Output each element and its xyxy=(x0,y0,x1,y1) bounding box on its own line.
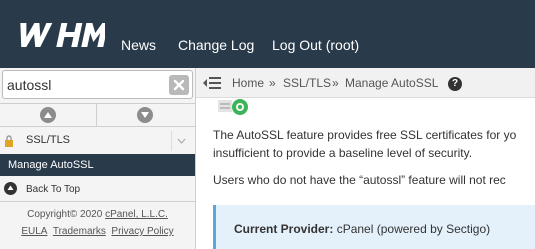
menu-collapse-icon[interactable] xyxy=(202,75,222,91)
breadcrumb-home[interactable]: Home xyxy=(232,76,264,90)
scroll-down-button[interactable] xyxy=(97,104,194,126)
nav-change-log[interactable]: Change Log xyxy=(178,37,254,53)
copyright-text: Copyright© 2020 xyxy=(27,209,103,220)
breadcrumb-separator: » xyxy=(269,76,276,90)
description-line-2: insufficient to provide a baseline level… xyxy=(213,146,473,160)
privacy-policy-link[interactable]: Privacy Policy xyxy=(111,226,173,237)
autossl-icon xyxy=(218,99,248,115)
scroll-up-button[interactable] xyxy=(0,104,97,126)
sidebar-item-label: Manage AutoSSL xyxy=(8,159,94,171)
footer-links: EULA Trademarks Privacy Policy xyxy=(0,226,195,237)
back-to-top-button[interactable]: Back To Top xyxy=(0,176,195,202)
clear-search-button[interactable] xyxy=(169,75,189,95)
lock-icon xyxy=(5,135,13,147)
arrow-up-icon xyxy=(4,182,17,195)
breadcrumb: Home » SSL/TLS » Manage AutoSSL ? xyxy=(196,68,535,98)
close-icon xyxy=(173,79,185,91)
trademarks-link[interactable]: Trademarks xyxy=(53,226,106,237)
sidebar-group-ssl-tls[interactable]: SSL/TLS xyxy=(0,128,195,154)
help-icon[interactable]: ? xyxy=(448,77,462,91)
provider-label: Current Provider: xyxy=(234,222,334,236)
sidebar-scroll-controls xyxy=(0,103,195,127)
sidebar-item-manage-autossl[interactable]: Manage AutoSSL xyxy=(0,154,195,176)
breadcrumb-separator: » xyxy=(332,76,339,90)
breadcrumb-ssl-tls[interactable]: SSL/TLS xyxy=(283,76,331,90)
eula-link[interactable]: EULA xyxy=(21,226,47,237)
provider-value: cPanel (powered by Sectigo) xyxy=(336,222,491,236)
description-line-1: The AutoSSL feature provides free SSL ce… xyxy=(213,128,517,142)
top-header: News Change Log Log Out (root) xyxy=(0,0,535,68)
arrow-up-icon xyxy=(40,107,56,123)
copyright: Copyright© 2020 cPanel, L.L.C. xyxy=(0,209,195,220)
whm-logo[interactable] xyxy=(13,20,105,50)
feature-note: Users who do not have the “autossl” feat… xyxy=(213,173,506,187)
current-provider: Current Provider: cPanel (powered by Sec… xyxy=(234,222,490,236)
search-input[interactable] xyxy=(7,75,162,95)
nav-logout[interactable]: Log Out (root) xyxy=(272,37,359,53)
company-link[interactable]: cPanel, L.L.C. xyxy=(105,209,168,220)
arrow-down-icon xyxy=(137,107,153,123)
back-to-top-label: Back To Top xyxy=(26,184,81,195)
collapse-toggle[interactable] xyxy=(171,131,189,151)
sidebar: SSL/TLS Manage AutoSSL Back To Top Copyr… xyxy=(0,68,196,249)
search-box xyxy=(2,70,193,99)
sidebar-group-label: SSL/TLS xyxy=(26,134,71,146)
current-provider-panel: Current Provider: cPanel (powered by Sec… xyxy=(213,205,535,249)
breadcrumb-current: Manage AutoSSL xyxy=(345,76,439,90)
chevron-down-icon xyxy=(177,138,186,144)
main-content: The AutoSSL feature provides free SSL ce… xyxy=(196,98,535,249)
nav-news[interactable]: News xyxy=(121,37,156,53)
